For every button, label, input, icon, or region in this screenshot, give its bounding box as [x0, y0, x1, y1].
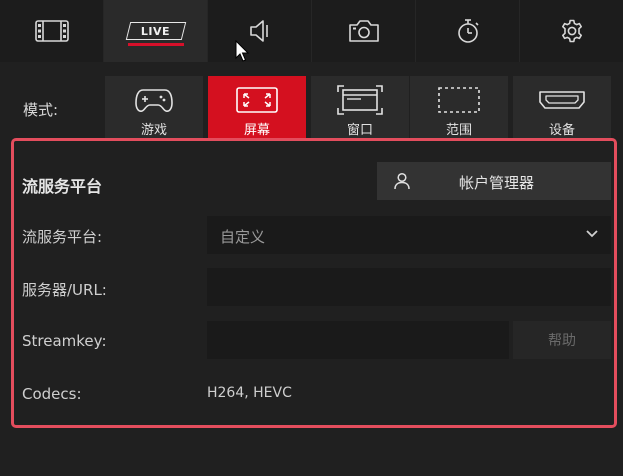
- speaker-icon: [249, 20, 268, 42]
- tab-audio[interactable]: [208, 0, 312, 62]
- live-badge-icon: LIVE: [125, 22, 186, 40]
- tab-live[interactable]: LIVE: [104, 0, 208, 62]
- mode-option-label: 窗口: [346, 123, 373, 138]
- streamkey-label: Streamkey:: [22, 332, 107, 350]
- stopwatch-icon: [457, 19, 479, 43]
- codecs-label: Codecs:: [22, 385, 82, 403]
- codecs-value: H264, HEVC: [207, 385, 292, 401]
- account-manager-button[interactable]: 帐户管理器: [377, 162, 611, 200]
- platform-select-value: 自定义: [220, 228, 266, 246]
- active-tab-indicator: [127, 43, 184, 46]
- mode-option-label: 设备: [548, 123, 575, 138]
- streamkey-input[interactable]: [207, 321, 509, 359]
- mode-option-label: 游戏: [140, 123, 167, 138]
- chevron-down-icon: [586, 230, 598, 238]
- mode-label: 模式:: [23, 101, 59, 119]
- gear-icon: [561, 19, 582, 43]
- tab-settings[interactable]: [520, 0, 623, 62]
- tab-video[interactable]: [0, 0, 104, 62]
- gamepad-icon: [135, 88, 173, 112]
- camera-icon: [348, 20, 379, 42]
- mode-option-label: 屏幕: [243, 123, 270, 138]
- film-icon: [34, 20, 69, 42]
- top-tab-bar: LIVE: [0, 0, 623, 62]
- region-icon: [438, 86, 480, 113]
- mode-option-region[interactable]: 范围: [410, 76, 508, 138]
- user-icon: [394, 172, 410, 190]
- section-title: 流服务平台: [22, 177, 103, 196]
- mode-option-game[interactable]: 游戏: [105, 76, 203, 138]
- tab-camera[interactable]: [312, 0, 416, 62]
- screen-expand-icon: [236, 86, 278, 113]
- server-url-label: 服务器/URL:: [22, 281, 107, 299]
- mode-option-label: 范围: [445, 123, 472, 138]
- mode-option-device[interactable]: 设备: [513, 76, 611, 138]
- account-manager-label: 帐户管理器: [459, 174, 535, 192]
- window-icon: [337, 84, 383, 115]
- tab-timer[interactable]: [416, 0, 520, 62]
- mode-option-window[interactable]: 窗口: [311, 76, 409, 138]
- platform-label: 流服务平台:: [22, 228, 103, 246]
- mode-option-screen[interactable]: 屏幕: [208, 76, 306, 138]
- platform-select[interactable]: 自定义: [207, 216, 611, 254]
- help-button[interactable]: 帮助: [513, 321, 611, 359]
- server-url-input[interactable]: [207, 268, 611, 306]
- live-badge-label: LIVE: [140, 24, 171, 38]
- hdmi-icon: [539, 90, 585, 109]
